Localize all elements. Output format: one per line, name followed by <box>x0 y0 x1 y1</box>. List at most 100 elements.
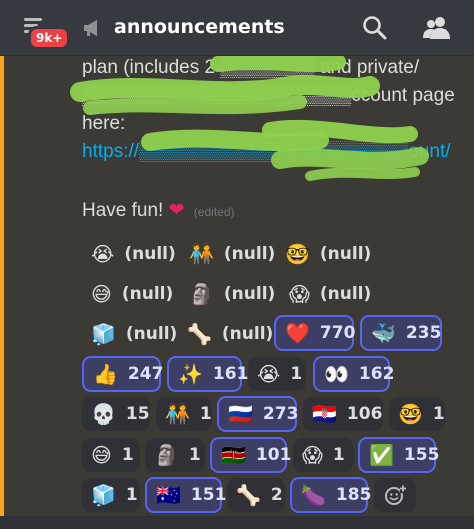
reaction-count: (null) <box>121 284 174 304</box>
reaction-count: 247 <box>127 364 164 384</box>
reaction-button[interactable]: 🗿 1 <box>145 438 205 472</box>
reaction-count: (null) <box>223 244 276 264</box>
reaction-count: 15 <box>125 404 150 424</box>
reaction-button[interactable]: 😅 1 <box>82 438 140 472</box>
reaction-count: 162 <box>358 364 395 384</box>
reaction-emoji: 🍆 <box>301 483 326 507</box>
reaction-emoji: ❤️ <box>285 321 310 345</box>
reaction-emoji: 😅 <box>91 443 112 467</box>
search-icon[interactable] <box>362 15 388 41</box>
channel-title: announcements <box>114 16 285 38</box>
reaction-button[interactable]: 🧑‍🤝‍🧑 (null) <box>180 237 285 271</box>
reaction-emoji: 🇰🇪 <box>221 443 246 467</box>
reaction-emoji: 🇭🇷 <box>312 402 337 426</box>
reaction-count: (null) <box>124 244 176 264</box>
reaction-count: 1 <box>290 364 303 384</box>
reaction-emoji: 🐳 <box>371 321 396 345</box>
heart-emoji: ❤ <box>168 200 185 221</box>
reaction-count: (null) <box>319 284 372 304</box>
reaction-count: 185 <box>335 485 372 505</box>
reaction-button[interactable]: 😱 (null) <box>280 277 381 311</box>
reaction-count: 1 <box>432 404 445 424</box>
reaction-button[interactable]: 🤓 1 <box>389 397 445 431</box>
reaction-emoji: 😭 <box>91 242 115 266</box>
reaction-button[interactable]: 🇷🇺 273 <box>217 396 299 432</box>
reaction-emoji: 😱 <box>289 282 310 306</box>
reaction-emoji: 🗿 <box>189 282 214 306</box>
reaction-button[interactable]: ✨ 161 <box>167 356 248 392</box>
reaction-button[interactable]: 👀 162 <box>313 356 394 392</box>
reaction-button[interactable]: 💀 15 <box>82 397 150 431</box>
reaction-button[interactable]: 🧊 1 <box>82 478 140 512</box>
redaction-scribble <box>70 56 429 181</box>
reaction-button[interactable]: 🐳 235 <box>360 315 442 351</box>
reaction-count: (null) <box>223 284 276 304</box>
reaction-button[interactable]: 🧊 (null) <box>82 317 187 351</box>
reaction-button[interactable]: 🇭🇷 106 <box>303 397 383 431</box>
reaction-count: 770 <box>319 323 356 343</box>
reaction-count: 106 <box>346 404 383 424</box>
reaction-emoji: 💀 <box>91 402 116 426</box>
reaction-emoji: 😭 <box>257 362 281 386</box>
reaction-button[interactable]: 🤓 (null) <box>276 237 381 271</box>
reaction-count: 1 <box>332 445 345 465</box>
reaction-button[interactable]: 🗿 (null) <box>180 277 285 311</box>
reaction-emoji: 🤓 <box>398 402 423 426</box>
reaction-count: 273 <box>262 404 299 424</box>
reaction-emoji: 🇦🇺 <box>156 483 181 507</box>
reaction-emoji: 🤓 <box>285 242 310 266</box>
reaction-count: 101 <box>255 445 292 465</box>
reaction-emoji: 😱 <box>302 443 323 467</box>
reaction-button[interactable]: ✅ 155 <box>358 437 439 473</box>
reaction-emoji: 🧑‍🤝‍🧑 <box>165 402 190 426</box>
megaphone-icon <box>84 20 97 36</box>
add-reaction-button[interactable] <box>374 478 416 512</box>
reaction-count: 1 <box>121 445 134 465</box>
reaction-emoji: 👀 <box>324 362 349 386</box>
reaction-button[interactable]: 🧑‍🤝‍🧑 1 <box>156 397 212 431</box>
reaction-count: 235 <box>405 323 442 343</box>
mention-accent-bar <box>0 56 4 516</box>
reaction-count: 155 <box>403 445 440 465</box>
have-fun-text: Have fun! <box>82 200 164 221</box>
reaction-count: 2 <box>270 485 283 505</box>
reaction-button[interactable]: 😱 1 <box>293 438 353 472</box>
add-reaction-icon <box>385 485 406 505</box>
reaction-count: 1 <box>199 404 212 424</box>
reaction-count: 1 <box>188 445 201 465</box>
reaction-emoji: 🦴 <box>236 483 261 507</box>
reaction-button[interactable]: 🇰🇪 101 <box>210 437 291 473</box>
bottom-edge <box>0 516 474 529</box>
reaction-emoji: 👍 <box>93 362 118 386</box>
edited-tag: (edited) <box>193 205 235 219</box>
reaction-button[interactable]: 😭 (null) <box>82 237 186 271</box>
members-icon[interactable] <box>422 15 452 41</box>
message-closing-line: Have fun! ❤ (edited) <box>82 199 235 222</box>
reaction-count: (null) <box>221 324 274 344</box>
channel-header: 9k+ announcements <box>0 0 474 56</box>
reaction-emoji: ✨ <box>178 362 203 386</box>
reaction-emoji: 🧊 <box>91 483 116 507</box>
reaction-count: (null) <box>125 324 178 344</box>
reaction-button[interactable]: 👍 247 <box>82 356 164 392</box>
reaction-button[interactable]: ❤️ 770 <box>274 315 356 351</box>
reaction-count: (null) <box>319 244 372 264</box>
reaction-emoji: 😅 <box>91 282 112 306</box>
reaction-count: 151 <box>190 485 227 505</box>
reaction-button[interactable]: 🦴 (null) <box>178 317 283 351</box>
reaction-emoji: 🧑‍🤝‍🧑 <box>189 242 214 266</box>
reaction-emoji: ✅ <box>369 443 394 467</box>
reaction-emoji: 🇷🇺 <box>228 402 253 426</box>
reaction-button[interactable]: 🦴 2 <box>227 478 285 512</box>
reaction-button[interactable]: 😭 1 <box>248 357 306 391</box>
reaction-emoji: 🦴 <box>187 322 212 346</box>
reaction-button[interactable]: 😅 (null) <box>82 277 183 311</box>
reaction-emoji: 🧊 <box>91 322 116 346</box>
unread-badge: 9k+ <box>28 26 71 50</box>
reaction-count: 161 <box>212 364 249 384</box>
reaction-button[interactable]: 🍆 185 <box>290 477 371 513</box>
reaction-button[interactable]: 🇦🇺 151 <box>145 477 226 513</box>
reaction-count: 1 <box>125 485 138 505</box>
hamburger-menu-button[interactable]: 9k+ <box>18 12 71 50</box>
reaction-emoji: 🗿 <box>154 443 179 467</box>
